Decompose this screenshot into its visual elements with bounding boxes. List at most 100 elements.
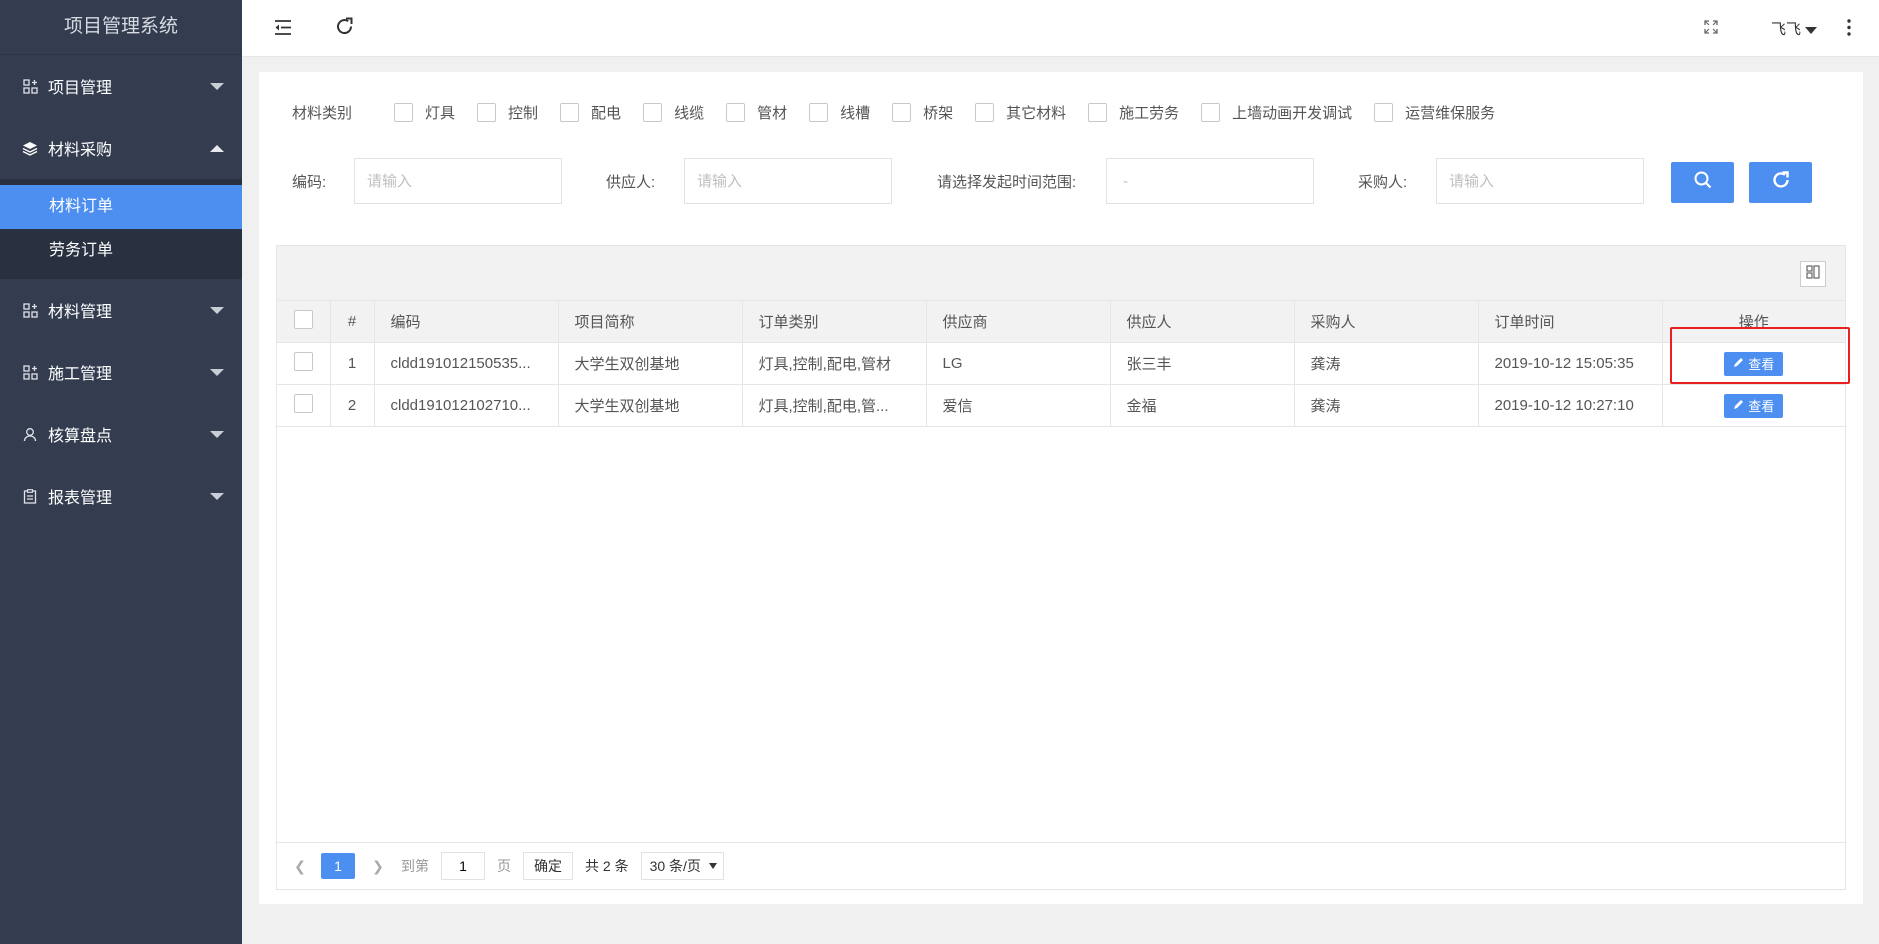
chevron-down-icon [210,431,224,438]
date-range-label: 请选择发起时间范围: [937,174,1077,191]
cell-order-type: 灯具,控制,配电,管材 [742,342,927,385]
checkbox[interactable] [1088,102,1108,122]
column-header: 采购人 [1294,301,1479,343]
submenu-material-purchase: 材料订单 劳务订单 [0,179,242,279]
table-header-row: # 编码 项目简称 订单类别 供应商 供应人 采购人 订单时间 操作 [277,301,1845,343]
prev-page-icon[interactable]: ❮ [293,858,307,875]
category-option[interactable]: 其它材料 [975,102,1066,123]
category-option[interactable]: 施工劳务 [1088,102,1179,123]
sidebar-item-construction-management[interactable]: 施工管理 [0,341,242,403]
table-row[interactable]: 2 cldd191012102710... 大学生双创基地 灯具,控制,配电,管… [277,384,1845,427]
category-option[interactable]: 线缆 [643,102,704,123]
row-select-cell [277,384,331,427]
cell-supplier-person: 张三丰 [1110,342,1295,385]
refresh-icon [1771,170,1791,195]
caret-down-icon [1805,26,1817,34]
sidebar-item-material-management[interactable]: 材料管理 [0,279,242,341]
cell-order-time: 2019-10-12 15:05:35 [1478,342,1663,385]
buyer-input[interactable] [1436,158,1644,204]
category-option[interactable]: 运营维保服务 [1374,102,1495,123]
buyer-label: 采购人: [1358,174,1408,191]
checkbox[interactable] [477,102,497,122]
edit-icon [1733,356,1748,371]
category-option-label: 线缆 [674,104,705,122]
cell-buyer: 龚涛 [1294,384,1479,427]
chevron-up-icon [210,145,224,152]
category-option-label: 配电 [591,104,622,122]
checkbox[interactable] [726,102,746,122]
checkbox[interactable] [809,102,829,122]
username: 飞飞 [1770,21,1801,38]
page-unit-label: 页 [497,858,511,874]
sidebar-item-labor-order[interactable]: 劳务订单 [0,229,242,273]
category-option[interactable]: 配电 [560,102,621,123]
supplier-person-label: 供应人: [606,174,656,191]
category-option[interactable]: 控制 [477,102,538,123]
search-button[interactable] [1671,162,1734,203]
cell-order-time: 2019-10-12 10:27:10 [1478,384,1663,427]
select-all-checkbox[interactable] [293,310,313,329]
grid-plus-icon [22,302,38,318]
category-label: 材料类别 [292,104,353,122]
sidebar-item-label: 材料管理 [48,304,113,321]
date-range-input[interactable] [1106,158,1314,204]
sidebar-item-label: 材料采购 [48,142,113,159]
goto-label: 到第 [401,858,429,874]
caret-down-icon [708,863,717,869]
next-page-icon[interactable]: ❯ [371,858,385,875]
sidebar-item-material-order[interactable]: 材料订单 [0,185,242,229]
category-option-label: 控制 [508,104,539,122]
chevron-down-icon [210,83,224,90]
column-toggle-button[interactable] [1800,261,1826,287]
cell-project: 大学生双创基地 [558,384,743,427]
sidebar-item-material-purchase[interactable]: 材料采购 [0,117,242,179]
more-vertical-icon[interactable] [1847,19,1851,41]
checkbox[interactable] [394,102,414,122]
checkbox[interactable] [643,102,663,122]
view-button-label: 查看 [1748,357,1775,372]
view-button[interactable]: 查看 [1724,393,1784,418]
category-option[interactable]: 灯具 [394,102,455,123]
column-header: 订单时间 [1478,301,1663,343]
category-option[interactable]: 管材 [726,102,787,123]
chevron-down-icon [210,307,224,314]
reset-button[interactable] [1749,162,1812,203]
checkbox[interactable] [892,102,912,122]
category-option[interactable]: 线槽 [809,102,870,123]
code-input[interactable] [354,158,562,204]
row-select-cell [277,342,331,385]
page-size-select[interactable]: 30 条/页 [640,852,724,880]
cell-order-type: 灯具,控制,配电,管... [742,384,927,427]
clipboard-icon [22,488,38,504]
goto-confirm-button[interactable]: 确定 [523,852,573,880]
category-option[interactable]: 桥架 [892,102,953,123]
select-all-cell [277,301,331,343]
checkbox[interactable] [1201,102,1221,122]
pagination: ❮ 1 ❯ 到第 页 确定 共 2 条 30 条/页 [277,842,1845,889]
menu-collapse-icon[interactable] [274,19,292,41]
edit-icon [1733,398,1748,413]
sidebar-item-project-management[interactable]: 项目管理 [0,55,242,117]
category-option[interactable]: 上墙动画开发调试 [1201,102,1352,123]
supplier-person-input[interactable] [684,158,892,204]
checkbox[interactable] [560,102,580,122]
checkbox[interactable] [1374,102,1394,122]
search-icon [1693,170,1713,195]
checkbox[interactable] [975,102,995,122]
category-filter: 材料类别 灯具 控制 配电 线缆 管材 线槽 桥架 其它材料 施工劳务 上墙动画… [292,100,1517,124]
view-button[interactable]: 查看 [1724,351,1784,376]
row-checkbox[interactable] [293,352,313,371]
sidebar-item-accounting-inventory[interactable]: 核算盘点 [0,403,242,465]
row-checkbox[interactable] [293,394,313,413]
table-row[interactable]: 1 cldd191012150535... 大学生双创基地 灯具,控制,配电,管… [277,342,1845,385]
category-option-label: 运营维保服务 [1405,104,1496,122]
user-menu[interactable]: 飞飞 [1771,18,1817,39]
page-current[interactable]: 1 [321,853,355,879]
category-option-label: 上墙动画开发调试 [1232,104,1353,122]
code-label: 编码: [292,174,327,191]
fullscreen-icon[interactable] [1704,20,1718,39]
goto-page-input[interactable] [441,852,485,880]
sidebar-item-label: 施工管理 [48,366,113,383]
sidebar-item-report-management[interactable]: 报表管理 [0,465,242,527]
refresh-icon[interactable] [335,17,354,41]
